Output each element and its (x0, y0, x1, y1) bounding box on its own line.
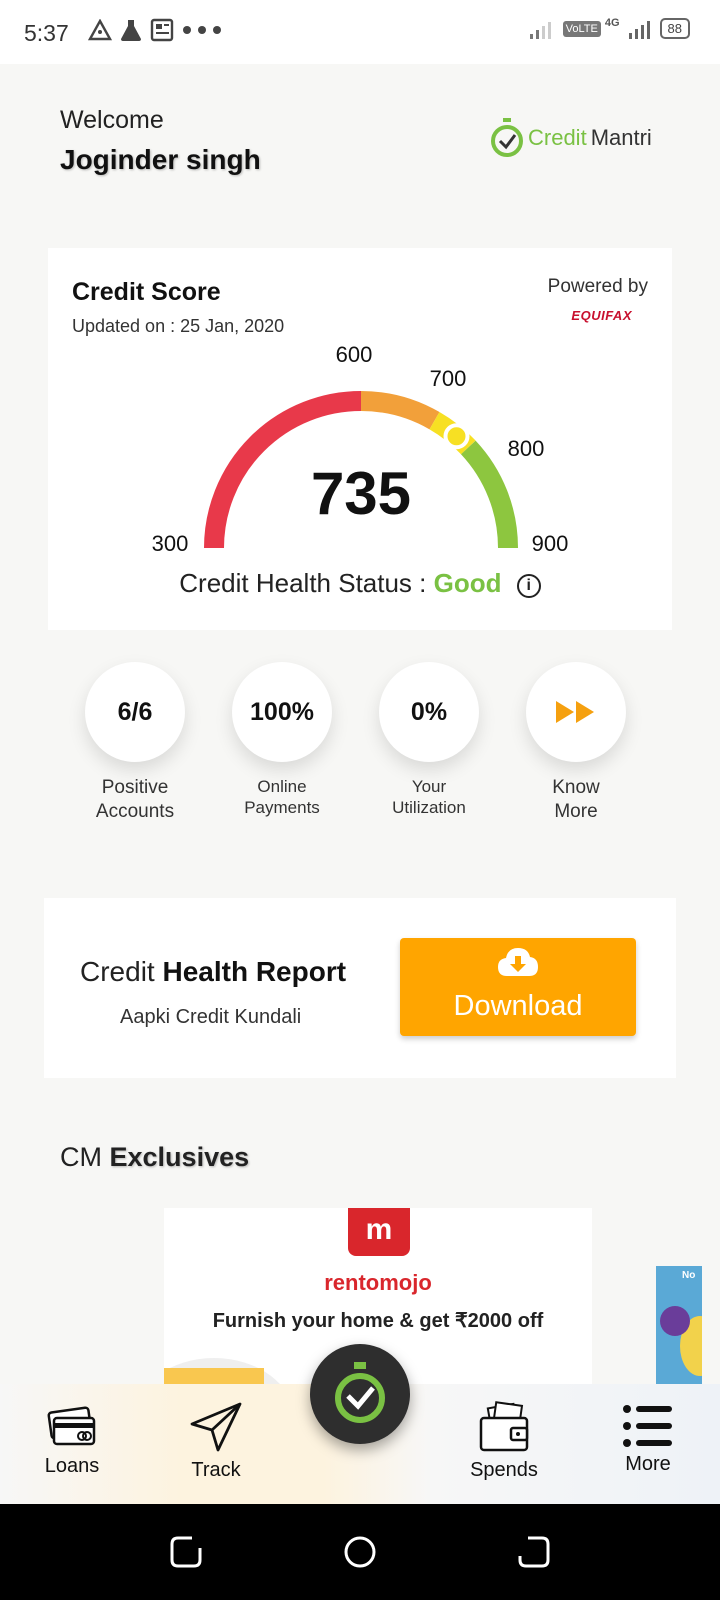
next-offer-text: No (682, 1270, 696, 1281)
status-bar: 5:37 VoLTE 4G 88 (0, 0, 720, 64)
info-icon[interactable]: i (516, 574, 541, 598)
notification-icons (88, 18, 222, 42)
stat-label: Know More (552, 777, 600, 822)
network-type: 4G (604, 16, 620, 29)
stat-value: 6/6 (85, 662, 185, 762)
credit-score-card[interactable]: Credit Score Updated on : 25 Jan, 2020 P… (48, 248, 672, 630)
report-subtitle: Aapki Credit Kundali (120, 1006, 302, 1028)
score-value: 735 (311, 460, 411, 527)
recent-apps-icon[interactable] (168, 1534, 204, 1570)
tick-label-800: 800 (508, 436, 545, 461)
nav-label: Loans (44, 1455, 100, 1477)
battery-icon: 88 (659, 18, 690, 39)
nav-label: More (625, 1453, 671, 1475)
signal-icon (529, 21, 551, 39)
fast-forward-icon (556, 701, 594, 723)
gauge-band-fair (360, 391, 440, 430)
system-status-icons: VoLTE 4G 88 (529, 16, 690, 39)
user-name: Joginder singh (60, 144, 261, 175)
cm-exclusives-heading: CM Exclusives (60, 1142, 250, 1172)
rupee-icon (660, 1306, 690, 1336)
stopwatch-logo-icon (491, 118, 523, 157)
logo-text-mantri: Mantri (590, 125, 652, 150)
banner-decoration-yellow (164, 1368, 264, 1384)
flask-notification-icon (121, 20, 141, 41)
credit-health-report-card: Credit Health Report Aapki Credit Kundal… (44, 898, 676, 1078)
stat-value: 100% (232, 662, 332, 762)
tick-label-700: 700 (430, 366, 467, 391)
stat-utilization[interactable]: 0% Your Utilization (354, 650, 504, 818)
cards-icon (47, 1406, 96, 1446)
more-notifications-icon (183, 26, 221, 34)
paper-plane-icon (190, 1402, 242, 1452)
stat-positive-accounts[interactable]: 6/6 Positive Accounts (60, 650, 210, 824)
rentomojo-logo: m (348, 1208, 410, 1256)
health-label: Credit Health Status : (179, 568, 427, 598)
credit-stats-row: 6/6 Positive Accounts 100% Online Payments… (60, 650, 660, 830)
news-notification-icon (150, 18, 174, 42)
home-icon[interactable] (342, 1534, 378, 1570)
download-button[interactable]: Download (400, 938, 636, 1036)
status-time: 5:37 (24, 20, 69, 46)
tick-label-300: 300 (152, 531, 189, 556)
stopwatch-icon (335, 1362, 385, 1423)
stat-label: Online Payments (244, 777, 320, 817)
wallet-icon (479, 1401, 529, 1452)
nav-more[interactable]: More (588, 1384, 708, 1476)
stat-label: Positive Accounts (95, 777, 175, 822)
gauge-band-good (460, 440, 519, 549)
nav-loans[interactable]: Loans (12, 1384, 132, 1478)
next-offer-banner[interactable]: No (656, 1266, 702, 1384)
gauge-pointer (443, 423, 470, 450)
nav-track[interactable]: Track (156, 1384, 276, 1482)
nav-label: Track (191, 1459, 241, 1481)
logo-text-credit: Credit (528, 125, 587, 150)
welcome-text: Welcome (60, 106, 164, 134)
credit-health-status: Credit Health Status : Good i (48, 568, 672, 599)
stat-online-payments[interactable]: 100% Online Payments (207, 650, 357, 818)
stat-value: 0% (379, 662, 479, 762)
system-navigation-bar (0, 1504, 720, 1600)
stat-know-more[interactable]: Know More (501, 650, 651, 824)
health-value: Good (433, 568, 502, 598)
signal-icon-2 (628, 20, 650, 39)
rentomojo-offer-text: Furnish your home & get ₹2000 off (212, 1310, 544, 1332)
cloud-download-icon (498, 948, 538, 976)
volte-badge: VoLTE (562, 20, 601, 37)
menu-list-icon (623, 1405, 672, 1447)
rentomojo-brand: rentomojo (324, 1270, 432, 1295)
tick-label-900: 900 (532, 531, 569, 556)
report-title: Credit Health Report (80, 956, 347, 987)
nav-label: Spends (470, 1459, 538, 1481)
know-more-button[interactable] (526, 662, 626, 762)
back-icon[interactable] (516, 1534, 552, 1570)
triangle-notification-icon (88, 19, 112, 41)
stat-label: Your Utilization (392, 777, 466, 817)
home-stopwatch-button[interactable] (310, 1344, 410, 1444)
tick-label-600: 600 (336, 342, 373, 367)
nav-spends[interactable]: Spends (444, 1384, 564, 1482)
creditmantri-logo: Credit Mantri (490, 118, 652, 158)
download-label: Download (453, 990, 583, 1022)
